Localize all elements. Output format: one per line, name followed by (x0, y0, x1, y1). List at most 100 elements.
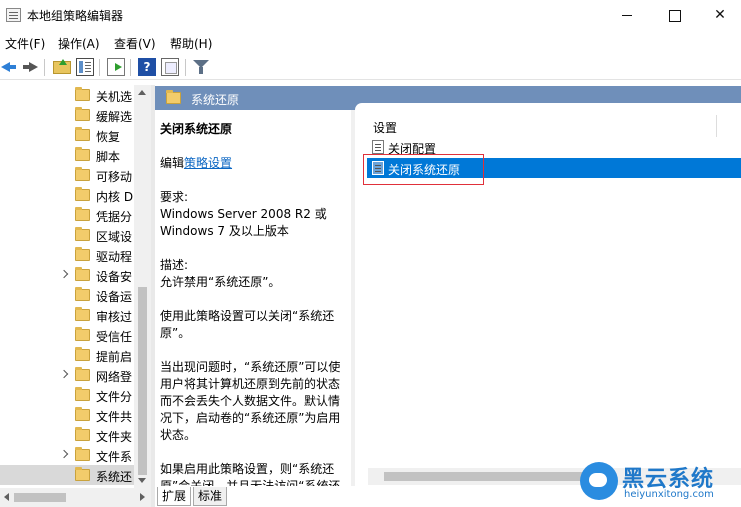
edit-policy-setting-link[interactable]: 策略设置 (184, 156, 232, 170)
watermark-domain: heiyunxitong.com (624, 489, 714, 500)
tree-item[interactable]: 设备运 (0, 285, 134, 305)
tree-item[interactable]: 设备安 (0, 265, 134, 285)
export-list-icon[interactable] (107, 58, 125, 76)
cloud-logo-icon (580, 462, 618, 500)
tree-item[interactable]: 文件夹 (0, 425, 134, 445)
tree-item[interactable]: 网络登 (0, 365, 134, 385)
maximize-button[interactable] (651, 0, 697, 31)
expand-chevron-icon[interactable] (60, 449, 70, 461)
scrollbar-thumb[interactable] (14, 493, 66, 502)
folder-icon (75, 447, 90, 461)
policy-editor-app-icon (6, 8, 21, 22)
close-button[interactable]: ✕ (697, 0, 741, 31)
show-hide-tree-icon[interactable] (76, 58, 94, 76)
folder-icon (75, 167, 90, 181)
policy-tree[interactable]: 关机选 缓解选 恢复 脚本 可移动 内核 D 凭据分 区域设 驱动程 设备安 设… (0, 85, 150, 507)
expand-chevron-icon[interactable] (60, 369, 70, 381)
tree-item-label: 设备运 (96, 290, 133, 304)
expand-chevron-icon[interactable] (60, 269, 70, 281)
setting-label: 关闭配置 (388, 142, 437, 156)
right-pane-title: 系统还原 (191, 93, 240, 107)
description-text: 允许禁用“系统还原”。 (160, 275, 281, 289)
tree-horizontal-scrollbar[interactable] (0, 488, 151, 507)
tree-item-label: 凭据分 (96, 210, 133, 224)
folder-icon (75, 107, 90, 121)
title-bar: 本地组策略编辑器 ✕ (0, 0, 741, 31)
setting-row-turn-off-system-restore[interactable]: 关闭系统还原 (367, 158, 741, 178)
tree-item[interactable]: 凭据分 (0, 205, 134, 225)
tree-item[interactable]: 内核 D (0, 185, 134, 205)
tree-item-label: 系统还 (96, 470, 133, 484)
description-pane: 关闭系统还原 编辑策略设置 要求: Windows Server 2008 R2 … (155, 110, 351, 486)
watermark: 黑云系统 heiyunxitong.com (578, 458, 741, 507)
tab-standard[interactable]: 标准 (193, 487, 228, 506)
description-paragraph: 当出现问题时，“系统还原”可以使用户将其计算机还原到先前的状态而不会丢失个人数据… (160, 360, 341, 442)
tree-item[interactable]: 区域设 (0, 225, 134, 245)
back-icon[interactable] (0, 58, 18, 76)
tree-item[interactable]: 关机选 (0, 85, 134, 105)
tree-item[interactable]: 脚本 (0, 145, 134, 165)
scroll-down-arrow-icon[interactable] (138, 478, 146, 483)
tree-item-label: 提前启 (96, 350, 133, 364)
folder-icon (75, 367, 90, 381)
folder-icon (75, 247, 90, 261)
menu-help[interactable]: 帮助(H) (170, 35, 212, 52)
tree-item[interactable]: 文件系 (0, 445, 134, 465)
tree-item-label: 文件分 (96, 390, 133, 404)
tree-item[interactable]: 恢复 (0, 125, 134, 145)
scroll-up-arrow-icon[interactable] (138, 90, 146, 95)
toolbar-separator (44, 59, 45, 76)
tree-item[interactable]: 缓解选 (0, 105, 134, 125)
tree-item-label: 文件共 (96, 410, 133, 424)
tree-item-label: 设备安 (96, 270, 133, 284)
tree-item-label: 关机选 (96, 90, 133, 104)
folder-icon (75, 147, 90, 161)
folder-icon (75, 347, 90, 361)
tree-item-label: 文件夹 (96, 430, 133, 444)
tree-item[interactable]: 驱动程 (0, 245, 134, 265)
folder-icon (75, 387, 90, 401)
tree-item-system-restore[interactable]: 系统还 (0, 465, 134, 485)
minimize-button[interactable] (604, 0, 650, 31)
setting-row-disable-configuration[interactable]: 关闭配置 (367, 137, 741, 157)
properties-icon[interactable] (161, 58, 179, 76)
folder-icon (75, 467, 90, 481)
tab-extended[interactable]: 扩展 (157, 487, 192, 506)
folder-icon (75, 407, 90, 421)
folder-icon (75, 227, 90, 241)
tree-item-label: 网络登 (96, 370, 133, 384)
menu-file[interactable]: 文件(F) (5, 35, 45, 52)
edit-prefix: 编辑 (160, 156, 185, 170)
up-folder-icon[interactable] (53, 59, 71, 74)
tree-item-label: 内核 D (96, 190, 134, 204)
tree-item[interactable]: 审核过 (0, 305, 134, 325)
forward-icon[interactable] (21, 58, 39, 76)
tree-item[interactable]: 文件分 (0, 385, 134, 405)
scroll-left-arrow-icon[interactable] (4, 493, 9, 501)
policy-setting-icon (372, 140, 384, 154)
toolbar-separator (99, 59, 100, 76)
tree-item[interactable]: 可移动 (0, 165, 134, 185)
folder-icon (75, 87, 90, 101)
column-separator[interactable] (716, 115, 717, 137)
description-label: 描述: (160, 258, 189, 272)
close-icon: ✕ (714, 7, 726, 23)
scroll-right-arrow-icon[interactable] (140, 493, 145, 501)
tree-item[interactable]: 受信任 (0, 325, 134, 345)
folder-icon (166, 90, 181, 104)
scrollbar-thumb[interactable] (138, 287, 147, 475)
description-paragraph: 如果启用此策略设置，则“系统还原”会关闭，并且无法访问“系统还 (160, 462, 341, 486)
scrollbar-thumb[interactable] (384, 472, 584, 481)
toolbar: ? (0, 55, 741, 80)
filter-icon[interactable] (192, 58, 210, 76)
help-icon[interactable]: ? (138, 58, 156, 76)
tree-item[interactable]: 文件共 (0, 405, 134, 425)
policy-setting-icon (372, 161, 384, 175)
tree-vertical-scrollbar[interactable] (134, 85, 151, 488)
settings-column-header[interactable]: 设置 (373, 119, 397, 136)
tree-item[interactable]: 提前启 (0, 345, 134, 365)
settings-list-pane: 设置 关闭配置 关闭系统还原 (355, 103, 741, 486)
menu-view[interactable]: 查看(V) (114, 35, 156, 52)
menu-action[interactable]: 操作(A) (58, 35, 100, 52)
folder-icon (75, 187, 90, 201)
